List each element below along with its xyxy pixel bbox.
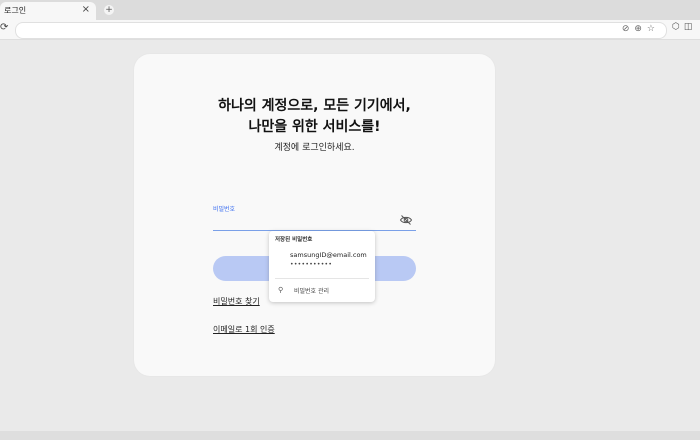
password-autofill-dropdown: 저장된 비밀번호 samsungID@email.com •••••••••••… [269,231,375,302]
extensions-icon[interactable]: ⬡◫ [672,22,696,32]
window-bottom-edge [0,431,700,440]
headline-line-2: 나만을 위한 서비스를! [248,119,381,135]
close-icon[interactable]: × [82,4,90,15]
password-field[interactable] [213,212,416,231]
headline-line-1: 하나의 계정으로, 모든 기기에서, [218,98,411,114]
login-card: 하나의 계정으로, 모든 기기에서, 나만을 위한 서비스를! 계정에 로그인하… [134,54,495,376]
tab-login[interactable]: 로그인 × [0,2,96,20]
page-subtitle: 계정에 로그인하세요. [274,143,355,153]
omnibox-actions-icon[interactable]: ⊘⊕☆ [622,24,660,34]
browser-toolbar: ⟳ ⊘⊕☆ ⬡◫ [0,20,700,40]
manage-passwords-item[interactable]: ⚲ 비밀번호 관리 [269,282,375,298]
page-title: 하나의 계정으로, 모든 기기에서, 나만을 위한 서비스를! [134,96,495,138]
email-auth-link[interactable]: 이메일로 1회 인증 [213,324,275,335]
saved-password-mask: ••••••••••• [290,261,333,268]
address-bar[interactable]: ⊘⊕☆ [15,22,667,39]
manage-passwords-label: 비밀번호 관리 [294,288,330,295]
autofill-header: 저장된 비밀번호 [275,237,313,243]
key-icon: ⚲ [278,286,284,294]
reload-icon[interactable]: ⟳ [0,22,8,33]
tab-title: 로그인 [4,6,27,15]
dropdown-divider [275,278,369,279]
find-password-link[interactable]: 비밀번호 찾기 [213,296,260,307]
new-tab-button[interactable]: + [104,5,114,15]
tab-strip: 로그인 × + [0,0,700,20]
eye-off-icon[interactable] [399,213,413,227]
saved-username: samsungID@email.com [290,251,367,259]
saved-credential-item[interactable]: samsungID@email.com ••••••••••• [269,244,375,276]
